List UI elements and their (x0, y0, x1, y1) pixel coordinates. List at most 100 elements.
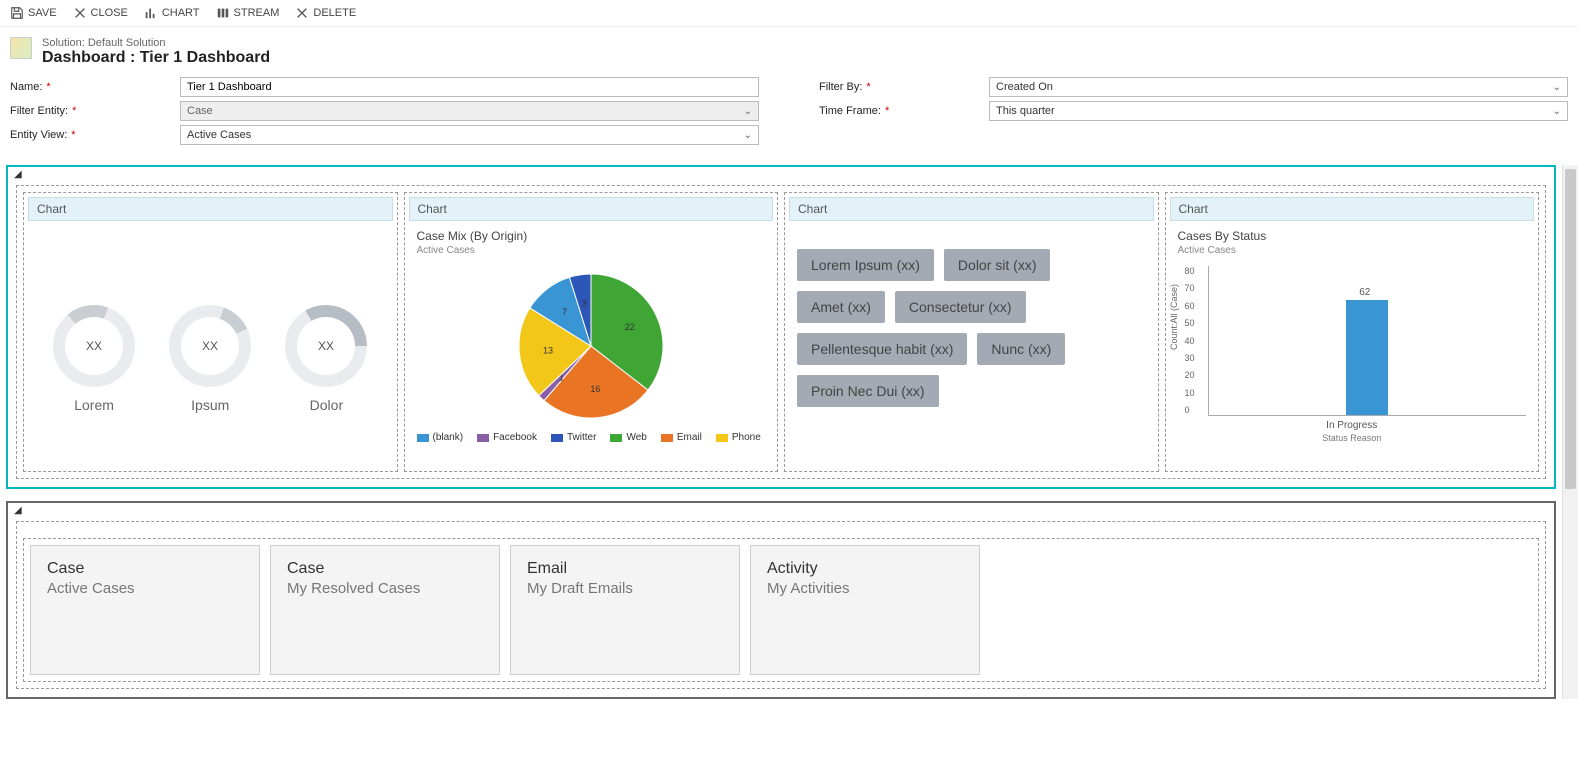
delete-label: DELETE (313, 7, 356, 19)
bar-ytick: 0 (1185, 405, 1195, 415)
filter-tag[interactable]: Lorem Ipsum (xx) (797, 249, 934, 281)
delete-icon (295, 6, 309, 20)
entity-view-select[interactable]: Active Cases⌄ (180, 125, 759, 145)
donut-gauge: XX (36, 288, 152, 404)
stream-card[interactable]: Case My Resolved Cases (270, 545, 500, 675)
filter-tag[interactable]: Nunc (xx) (977, 333, 1065, 365)
filter-tag[interactable]: Pellentesque habit (xx) (797, 333, 967, 365)
donut-gauge: XX (270, 290, 382, 402)
filter-by-label: Filter By:* (819, 81, 989, 93)
pie-title: Case Mix (By Origin) (417, 229, 766, 243)
pie-chart: 221611373 (506, 266, 676, 426)
header: Solution: Default Solution Dashboard : T… (0, 27, 1578, 71)
legend-swatch (610, 434, 622, 442)
stream-title: Email (527, 560, 723, 578)
name-label: Name:* (10, 81, 180, 93)
chart-pane-bar[interactable]: Chart Cases By Status Active Cases Count… (1165, 192, 1540, 472)
legend-label: Email (677, 432, 702, 443)
legend-label: Phone (732, 432, 761, 443)
pie-legend: (blank) Facebook Twitter Web Email Phone (417, 432, 766, 443)
bar-ytick: 10 (1185, 388, 1195, 398)
save-label: SAVE (28, 7, 57, 19)
filter-entity-select[interactable]: Case⌄ (180, 101, 759, 121)
legend-item: Web (610, 432, 646, 443)
filter-by-select[interactable]: Created On⌄ (989, 77, 1568, 97)
chevron-down-icon: ⌄ (744, 106, 752, 117)
donut-value: XX (86, 339, 102, 353)
donut-value: XX (202, 339, 218, 353)
bar-value-label: 62 (1359, 287, 1370, 298)
legend-swatch (417, 434, 429, 442)
chart-pane-tags[interactable]: Chart Lorem Ipsum (xx)Dolor sit (xx)Amet… (784, 192, 1159, 472)
page-title: Dashboard : Tier 1 Dashboard (42, 49, 270, 67)
entity-view-label: Entity View:* (10, 129, 180, 141)
legend-swatch (477, 434, 489, 442)
legend-item: Email (661, 432, 702, 443)
save-button[interactable]: SAVE (10, 6, 57, 20)
legend-item: (blank) (417, 432, 464, 443)
pane-header: Chart (1170, 197, 1535, 221)
close-label: CLOSE (91, 7, 128, 19)
stream-icon (216, 6, 230, 20)
donut-value: XX (318, 339, 334, 353)
stream-card[interactable]: Case Active Cases (30, 545, 260, 675)
legend-swatch (661, 434, 673, 442)
chart-pane-donuts[interactable]: Chart XX Lorem XX Ipsum XX Dolor (23, 192, 398, 472)
pie-subtitle: Active Cases (417, 245, 766, 256)
bar-category-label: In Progress (1178, 420, 1527, 431)
stream-title: Case (287, 560, 483, 578)
chart-button[interactable]: CHART (144, 6, 200, 20)
bar-y-axis-title: Count:All (Case) (1169, 283, 1179, 349)
legend-item: Facebook (477, 432, 537, 443)
chart-pane-pie[interactable]: Chart Case Mix (By Origin) Active Cases … (404, 192, 779, 472)
legend-label: Facebook (493, 432, 537, 443)
collapse-toggle[interactable]: ◢ (14, 169, 22, 180)
legend-label: Web (626, 432, 646, 443)
delete-button[interactable]: DELETE (295, 6, 356, 20)
close-button[interactable]: CLOSE (73, 6, 128, 20)
filter-tag[interactable]: Dolor sit (xx) (944, 249, 1051, 281)
stream-title: Activity (767, 560, 963, 578)
filter-tag[interactable]: Amet (xx) (797, 291, 885, 323)
filter-entity-label: Filter Entity:* (10, 105, 180, 117)
stream-button[interactable]: STREAM (216, 6, 280, 20)
charts-section[interactable]: ◢ Chart XX Lorem XX Ipsum XX Dolor Chart… (6, 165, 1556, 489)
chart-label: CHART (162, 7, 200, 19)
stream-card[interactable]: Email My Draft Emails (510, 545, 740, 675)
name-input[interactable] (180, 77, 759, 97)
stream-subtitle: Active Cases (47, 580, 243, 597)
chevron-down-icon: ⌄ (1553, 106, 1561, 117)
vertical-scrollbar[interactable] (1562, 165, 1578, 699)
bar-subtitle: Active Cases (1178, 245, 1527, 256)
collapse-toggle[interactable]: ◢ (14, 505, 22, 516)
stream-title: Case (47, 560, 243, 578)
streams-section[interactable]: ◢ Case Active CasesCase My Resolved Case… (6, 501, 1556, 699)
bar-ytick: 40 (1185, 336, 1195, 346)
pane-header: Chart (409, 197, 774, 221)
chevron-down-icon: ⌄ (744, 130, 752, 141)
chevron-down-icon: ⌄ (1553, 82, 1561, 93)
stream-subtitle: My Resolved Cases (287, 580, 483, 597)
stream-card[interactable]: Activity My Activities (750, 545, 980, 675)
scrollbar-thumb[interactable] (1565, 169, 1576, 489)
donut-label: Dolor (285, 397, 367, 413)
pie-slice-value: 13 (543, 345, 553, 355)
entity-icon (10, 37, 32, 59)
pane-header: Chart (28, 197, 393, 221)
close-icon (73, 6, 87, 20)
pie-slice-value: 7 (562, 307, 567, 317)
legend-swatch (716, 434, 728, 442)
legend-swatch (551, 434, 563, 442)
bar-ytick: 80 (1185, 266, 1195, 276)
stream-subtitle: My Activities (767, 580, 963, 597)
time-frame-select[interactable]: This quarter⌄ (989, 101, 1568, 121)
form-area: Name:* Filter Entity:* Case⌄ Entity View… (0, 71, 1578, 161)
donut-gauge: XX (158, 293, 263, 398)
filter-tag[interactable]: Consectetur (xx) (895, 291, 1026, 323)
filter-tag[interactable]: Proin Nec Dui (xx) (797, 375, 939, 407)
bar-ytick: 60 (1185, 301, 1195, 311)
donut-label: Lorem (53, 397, 135, 413)
save-icon (10, 6, 24, 20)
solution-line: Solution: Default Solution (42, 37, 270, 49)
legend-label: Twitter (567, 432, 596, 443)
